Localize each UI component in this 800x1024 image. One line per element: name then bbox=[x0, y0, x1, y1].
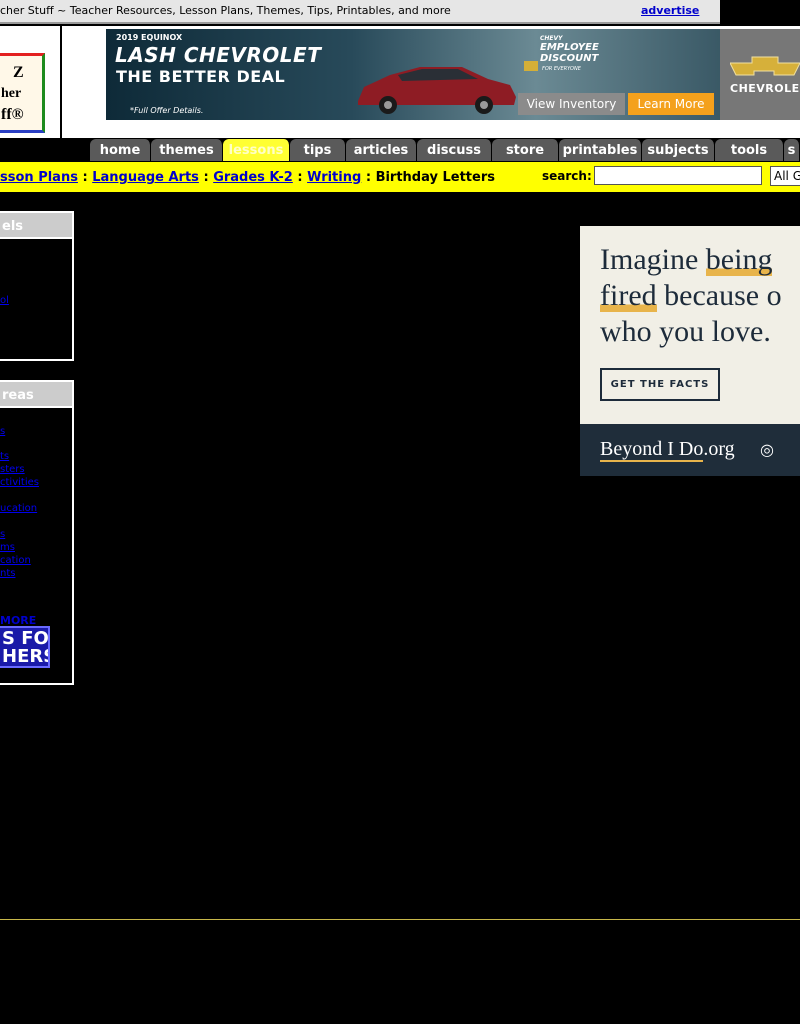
tab-lessons[interactable]: lessons bbox=[223, 139, 290, 161]
search-input[interactable] bbox=[594, 166, 762, 185]
advertise-link[interactable]: advertise bbox=[641, 4, 699, 17]
ad-promo-sub: FOR EVERYONE bbox=[542, 66, 581, 72]
footer-divider bbox=[0, 919, 800, 920]
breadcrumb-language-arts[interactable]: Language Arts bbox=[92, 170, 199, 185]
badge-line-2: HERS bbox=[2, 646, 48, 667]
logo-text-2: her bbox=[1, 86, 22, 101]
ad-headline-1a: Imagine bbox=[600, 243, 706, 276]
right-ad[interactable]: Imagine being fired because o who you lo… bbox=[580, 226, 800, 476]
breadcrumb-grades[interactable]: Grades K-2 bbox=[213, 170, 293, 185]
sidebar-badge[interactable]: S FOR HERS bbox=[0, 626, 50, 668]
sidebar-levels-box: els ol bbox=[0, 211, 74, 361]
bowtie-icon bbox=[524, 61, 538, 71]
logo-text-1: Z bbox=[13, 64, 24, 81]
ad-headline: Imagine being fired because o who you lo… bbox=[600, 242, 782, 350]
tab-themes[interactable]: themes bbox=[151, 139, 223, 161]
sidebar-areas-link[interactable]: ts bbox=[0, 451, 9, 462]
tab-printables[interactable]: printables bbox=[559, 139, 642, 161]
tab-tips[interactable]: tips bbox=[290, 139, 346, 161]
learn-more-button[interactable]: Learn More bbox=[628, 93, 714, 115]
breadcrumb-separator: : bbox=[297, 170, 303, 185]
sidebar-areas-link[interactable]: ctivities bbox=[0, 477, 39, 488]
header-divider bbox=[60, 26, 62, 138]
breadcrumb-separator: : bbox=[82, 170, 88, 185]
tab-discuss[interactable]: discuss bbox=[417, 139, 492, 161]
site-tagline: cher Stuff ~ Teacher Resources, Lesson P… bbox=[0, 4, 451, 17]
ad-fine-print[interactable]: *Full Offer Details. bbox=[130, 106, 203, 115]
sidebar-levels-title: els bbox=[0, 213, 72, 239]
tab-home[interactable]: home bbox=[90, 139, 151, 161]
sidebar-areas-link[interactable]: ms bbox=[0, 542, 15, 553]
ad-footer: Beyond I Do.org ◎ bbox=[580, 424, 800, 476]
sidebar-areas-link[interactable]: s bbox=[0, 426, 5, 437]
ad-brand-tld: .org bbox=[703, 438, 735, 460]
ad-headline-2b: because o bbox=[656, 279, 782, 312]
glaad-logo-icon: ◎ bbox=[760, 440, 774, 459]
view-inventory-button[interactable]: View Inventory bbox=[518, 93, 625, 115]
breadcrumb: sson Plans : Language Arts : Grades K-2 … bbox=[0, 170, 495, 185]
sidebar-levels-link[interactable]: ol bbox=[0, 295, 9, 306]
sidebar-areas-link[interactable]: cation bbox=[0, 555, 31, 566]
site-logo[interactable]: Z her ff® bbox=[0, 53, 45, 133]
search-scope-select[interactable]: All G bbox=[770, 166, 800, 186]
main-nav: home themes lessons tips articles discus… bbox=[90, 139, 800, 161]
sidebar-areas-link[interactable]: sters bbox=[0, 464, 25, 475]
ad-dealer: LASH CHEVROLET bbox=[115, 43, 322, 67]
get-the-facts-button[interactable]: GET THE FACTS bbox=[600, 368, 720, 401]
breadcrumb-separator: : bbox=[365, 170, 372, 185]
sidebar-areas-link[interactable]: nts bbox=[0, 568, 15, 579]
ad-promo-eyebrow: CHEVY bbox=[540, 35, 563, 42]
breadcrumb-writing[interactable]: Writing bbox=[307, 170, 361, 185]
ad-brand: Beyond I Do.org bbox=[600, 438, 735, 462]
tab-store[interactable]: store bbox=[492, 139, 559, 161]
tab-articles[interactable]: articles bbox=[346, 139, 417, 161]
sidebar-areas-link[interactable]: ucation bbox=[0, 503, 37, 514]
sidebar-areas-link[interactable]: s bbox=[0, 529, 5, 540]
top-bar: cher Stuff ~ Teacher Resources, Lesson P… bbox=[0, 0, 720, 24]
tab-tools[interactable]: tools bbox=[715, 139, 784, 161]
chevrolet-brand: CHEVROLE bbox=[730, 82, 800, 95]
chevrolet-panel[interactable]: CHEVROLE bbox=[720, 29, 800, 120]
breadcrumb-separator: : bbox=[203, 170, 209, 185]
tab-subjects[interactable]: subjects bbox=[642, 139, 715, 161]
ad-headline-2a: fired bbox=[600, 279, 657, 312]
search-label: search: bbox=[542, 169, 592, 183]
ad-promo: EMPLOYEE DISCOUNT bbox=[540, 42, 599, 64]
sidebar-areas-box: reas s ts sters ctivities ucation s ms c… bbox=[0, 380, 74, 685]
banner-ad[interactable]: 2019 EQUINOX LASH CHEVROLET THE BETTER D… bbox=[106, 29, 720, 120]
breadcrumb-lesson-plans[interactable]: sson Plans bbox=[0, 170, 78, 185]
ad-model: 2019 EQUINOX bbox=[116, 33, 183, 42]
car-image bbox=[358, 67, 516, 114]
chevrolet-bowtie-icon bbox=[730, 56, 800, 76]
tab-more[interactable]: s bbox=[784, 139, 800, 161]
breadcrumb-current: Birthday Letters bbox=[375, 170, 495, 185]
ad-tagline: THE BETTER DEAL bbox=[116, 67, 286, 86]
ad-headline-3: who you love. bbox=[600, 315, 771, 348]
sidebar-areas-title: reas bbox=[0, 382, 72, 408]
ad-brand-name: Beyond I Do bbox=[600, 438, 704, 462]
logo-text-3: ff® bbox=[1, 106, 24, 123]
breadcrumb-bar: sson Plans : Language Arts : Grades K-2 … bbox=[0, 162, 800, 192]
ad-headline-1b: being bbox=[705, 243, 773, 276]
